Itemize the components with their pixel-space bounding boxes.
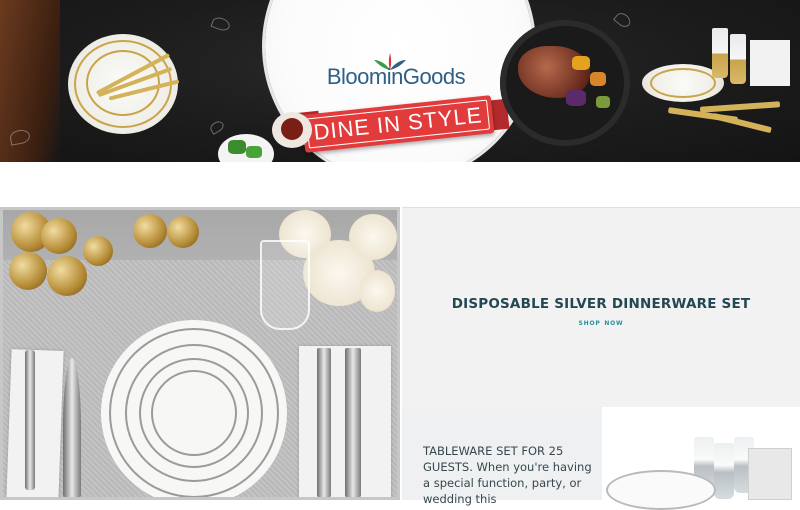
leaf-doodle (210, 15, 232, 33)
gold-ornament (167, 216, 199, 248)
gold-cup (712, 28, 728, 78)
napkin-stack (750, 40, 790, 86)
leaf-doodle (613, 10, 633, 30)
pepper-slice (246, 146, 262, 158)
gold-ornament (9, 252, 47, 290)
silver-spoon (63, 358, 81, 497)
description-text: TABLEWARE SET FOR 25 GUESTS. When you're… (423, 444, 592, 506)
description-panel: TABLEWARE SET FOR 25 GUESTS. When you're… (402, 407, 602, 506)
promo-panel: DISPOSABLE SILVER DINNERWARE SET Shop No… (402, 207, 800, 407)
brand-name: BloominGoods (326, 64, 466, 89)
silver-fork (317, 348, 331, 497)
silver-fork (345, 348, 361, 497)
chili-flakes (281, 118, 303, 140)
leaf-doodle (208, 119, 226, 135)
gold-ornament (47, 256, 87, 296)
roasted-vegetable (566, 90, 586, 106)
gold-cutlery-pile (712, 112, 772, 134)
silver-knife (25, 350, 35, 490)
gold-ornament (83, 236, 113, 266)
magnolia-flower (359, 270, 395, 312)
table-setting-photo (0, 207, 400, 500)
gold-cutlery-pile (699, 101, 781, 113)
gold-ornament (133, 214, 167, 248)
wine-glass (260, 240, 310, 330)
shop-now-link[interactable]: Shop Now (402, 318, 800, 328)
roasted-vegetable (596, 96, 610, 108)
plate-gold-rim (650, 68, 716, 98)
left-napkin (6, 349, 64, 497)
roasted-vegetable (572, 56, 590, 70)
pepper-slice (228, 140, 246, 154)
product-plate (606, 470, 716, 510)
promo-title: DISPOSABLE SILVER DINNERWARE SET (451, 296, 751, 312)
gold-ornament (41, 218, 77, 254)
plastic-cup (714, 443, 734, 499)
gold-cup (730, 34, 746, 84)
magnolia-flower (349, 214, 397, 260)
product-box (748, 448, 792, 500)
salad-plate-rim (151, 370, 237, 456)
hero-banner: BloominGoods DINE IN STYLE (0, 0, 800, 162)
roasted-vegetable (590, 72, 606, 86)
